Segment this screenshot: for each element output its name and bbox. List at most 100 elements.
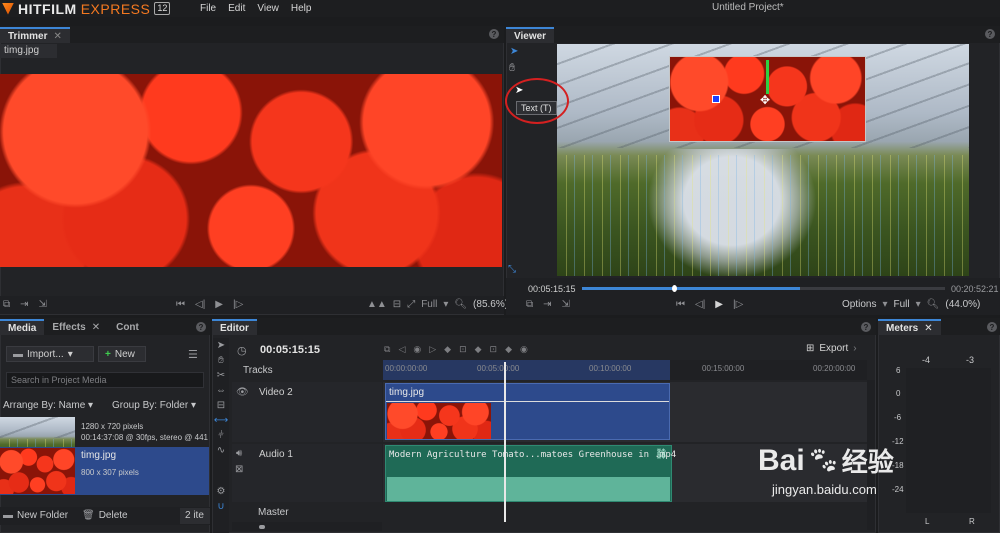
menu-view[interactable]: View	[257, 3, 279, 14]
media-search-input[interactable]: Search in Project Media	[6, 372, 204, 388]
zoom-icon[interactable]: 🔍︎	[454, 299, 467, 310]
step-back-icon[interactable]: ◁|	[195, 299, 205, 310]
tab-controls-label: Cont	[116, 321, 139, 333]
move-y-handle[interactable]	[766, 60, 769, 94]
roll-tool-icon[interactable]: ⫩	[218, 430, 224, 441]
ruler-tick: 00:00:00:00	[385, 364, 428, 373]
audio-clip[interactable]: Modern Agriculture Tomato...matoes Green…	[385, 445, 676, 502]
close-icon[interactable]: ✕	[924, 323, 932, 334]
chevron-down-icon[interactable]: ▾	[443, 299, 448, 310]
quality-select[interactable]: Full	[894, 299, 910, 310]
trimmer-zoom[interactable]: (85.6%)	[473, 299, 508, 310]
delete-button[interactable]: 🗑︎ Delete	[82, 510, 128, 521]
chevron-down-icon: ▾	[67, 348, 73, 360]
tab-editor[interactable]: Editor	[212, 319, 257, 335]
media-item-selected[interactable]: timg.jpg 800 x 307 pixels	[0, 447, 209, 495]
close-icon[interactable]: ✕	[92, 322, 100, 333]
help-icon[interactable]: ?	[985, 29, 995, 39]
tab-viewer[interactable]: Viewer	[506, 27, 555, 43]
select-tool-icon[interactable]: ➤	[510, 46, 518, 57]
mark-out-icon[interactable]: ⊡	[459, 344, 467, 355]
rate-tool-icon[interactable]: ∿	[217, 445, 225, 456]
skip-start-icon[interactable]: ⏮	[176, 299, 185, 310]
quality-select[interactable]: Full	[421, 299, 437, 310]
step-forward-icon[interactable]: |▷	[233, 299, 243, 310]
chevron-down-icon[interactable]: ▾	[916, 299, 921, 310]
play-icon[interactable]: ▶	[715, 299, 723, 310]
keyframe-icon[interactable]: ◆	[475, 344, 482, 355]
slide-tool-icon[interactable]: ⊟	[217, 400, 225, 411]
options-menu[interactable]: Options	[842, 299, 876, 310]
audio-video-icon[interactable]: ▲▲	[367, 299, 387, 310]
fullscreen-icon[interactable]: ⤢	[407, 299, 415, 310]
help-icon[interactable]: ?	[489, 29, 499, 39]
eye-icon[interactable]: 👁︎	[236, 387, 249, 398]
tab-media[interactable]: Media	[0, 319, 45, 335]
export-button[interactable]: ⊞ Export ›	[806, 343, 857, 354]
skip-start-icon[interactable]: ◁	[398, 344, 405, 355]
slip-tool-icon[interactable]: ⇔	[216, 385, 226, 396]
viewer-scrubber-track[interactable]	[800, 287, 945, 290]
playhead[interactable]	[504, 362, 506, 522]
record-icon[interactable]: ◉	[413, 344, 421, 355]
overlay-icon[interactable]: ⇥	[543, 299, 551, 310]
tab-controls[interactable]: Cont	[108, 319, 147, 335]
viewer-zoom[interactable]: (44.0%)	[945, 299, 980, 310]
ripple-tool-icon[interactable]: ⟷	[214, 415, 228, 426]
video-clip[interactable]: timg.jpg	[385, 383, 670, 440]
arrange-select[interactable]: Arrange By: Name ▾	[3, 400, 93, 411]
magnet-icon[interactable]: ∪	[217, 501, 224, 512]
hand-tool-icon[interactable]: ✋︎	[218, 355, 224, 366]
help-icon[interactable]: ?	[196, 322, 206, 332]
tab-trimmer[interactable]: Trimmer ✕	[0, 27, 70, 43]
fit-icon[interactable]: ⊟	[393, 299, 401, 310]
settings-icon[interactable]: ⚙︎	[217, 486, 226, 497]
close-icon[interactable]: ✕	[53, 31, 61, 42]
select-tool-icon[interactable]: ➤	[217, 340, 225, 351]
menu-help[interactable]: Help	[291, 3, 312, 14]
skip-end-icon[interactable]: ▷	[429, 344, 436, 355]
append-icon[interactable]: ⇲	[39, 299, 47, 310]
overlay-icon[interactable]: ⇥	[20, 299, 28, 310]
link-icon[interactable]: ⛓︎	[655, 449, 668, 460]
viewer-scrubber-fill[interactable]	[582, 287, 800, 290]
anchor-handle[interactable]	[712, 95, 720, 103]
zoom-icon[interactable]: 🔍︎	[927, 299, 940, 310]
chevron-down-icon[interactable]: ▾	[882, 299, 887, 310]
group-select[interactable]: Group By: Folder ▾	[112, 400, 196, 411]
viewer-scrubber-handle[interactable]	[672, 285, 677, 292]
import-button[interactable]: ▬ Import... ▾	[6, 346, 94, 362]
snapshot-icon[interactable]: ⧉	[384, 344, 390, 355]
mark-in-icon[interactable]: ◆	[444, 344, 451, 355]
hand-tool-icon[interactable]: ✋︎	[509, 62, 515, 75]
help-icon[interactable]: ?	[987, 322, 997, 332]
step-forward-icon[interactable]: |▷	[733, 299, 743, 310]
resize-icon[interactable]: ⤡	[508, 264, 516, 275]
track-fx-icon[interactable]: ⊠	[235, 464, 243, 475]
skip-start-icon[interactable]: ⏮	[676, 299, 685, 310]
snapshot-icon[interactable]: ⧉	[526, 299, 533, 310]
horizontal-scrollbar[interactable]	[232, 522, 382, 531]
help-icon[interactable]: ?	[861, 322, 871, 332]
insert-icon[interactable]: ⧉	[3, 299, 10, 310]
menu-file[interactable]: File	[200, 3, 216, 14]
clear-marks-icon[interactable]: ◉	[520, 344, 528, 355]
watermark-brand2: 经验	[841, 447, 894, 477]
speaker-icon[interactable]: 🔊︎	[236, 448, 242, 459]
chevron-down-icon: ▾	[190, 400, 196, 411]
append-icon[interactable]: ⇲	[562, 299, 570, 310]
transform-center-icon[interactable]: ✥	[760, 93, 770, 107]
step-back-icon[interactable]: ◁|	[695, 299, 705, 310]
new-folder-button[interactable]: ▬ New Folder	[3, 510, 68, 521]
tab-meters[interactable]: Meters ✕	[878, 319, 941, 335]
zoom-slider-handle[interactable]	[259, 525, 265, 529]
tab-effects[interactable]: Effects ✕	[44, 319, 108, 335]
menu-edit[interactable]: Edit	[228, 3, 245, 14]
play-icon[interactable]: ▶	[215, 299, 223, 310]
next-keyframe-icon[interactable]: ◆	[505, 344, 512, 355]
razor-tool-icon[interactable]: ✂︎	[217, 370, 225, 381]
prev-keyframe-icon[interactable]: ⊡	[490, 344, 498, 355]
new-button[interactable]: + New	[98, 346, 146, 362]
list-view-icon[interactable]: ☰	[188, 348, 198, 361]
editor-timecode[interactable]: 00:05:15:15	[260, 344, 320, 356]
